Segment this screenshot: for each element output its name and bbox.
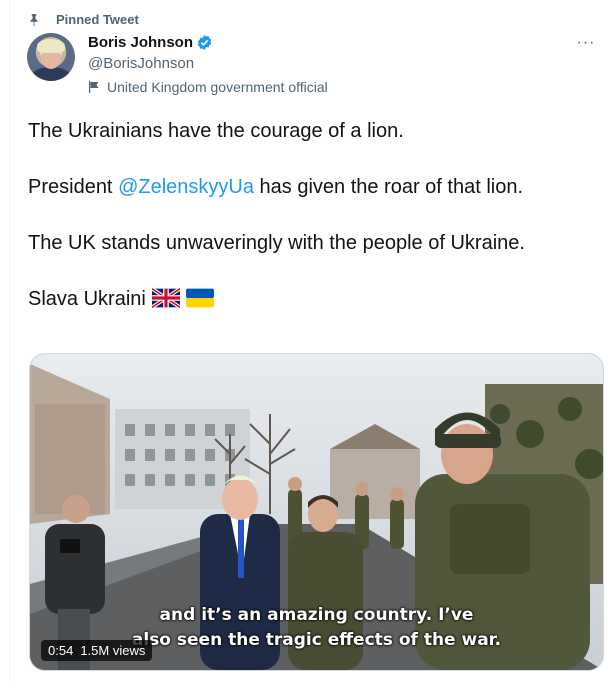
ukraine-flag-icon — [185, 288, 214, 308]
author-handle[interactable]: @BorisJohnson — [88, 55, 194, 72]
affiliation-label: United Kingdom government official — [107, 79, 328, 95]
video-views: 1.5M views — [80, 643, 146, 658]
more-options-icon[interactable]: ··· — [576, 34, 596, 51]
verified-badge-icon — [197, 35, 212, 50]
tweet-card[interactable]: Pinned Tweet Boris Johnson @BorisJohnson… — [9, 0, 608, 686]
tweet-line-4: Slava Ukraini — [28, 285, 598, 313]
video-stats-badge: 0:54 1.5M views — [41, 640, 153, 661]
pinned-indicator: Pinned Tweet — [27, 12, 139, 27]
pin-icon — [30, 13, 38, 26]
mention-link[interactable]: @ZelenskyyUa — [118, 176, 254, 198]
avatar[interactable] — [27, 33, 75, 81]
tweet-line-3: The UK stands unwaveringly with the peop… — [28, 232, 525, 254]
author-name[interactable]: Boris Johnson — [88, 34, 193, 51]
tweet-text: The Ukrainians have the courage of a lio… — [28, 117, 598, 313]
government-label[interactable]: United Kingdom government official — [88, 79, 328, 95]
video-duration: 0:54 — [48, 643, 74, 658]
author-name-row[interactable]: Boris Johnson — [88, 34, 213, 51]
tweet-line-1: The Ukrainians have the courage of a lio… — [28, 120, 404, 142]
tweet-line-2: President @ZelenskyyUa has given the roa… — [28, 176, 524, 198]
video-caption-line-1: and it’s an amazing country. I’ve — [159, 605, 474, 625]
flag-icon — [89, 81, 99, 93]
video-player[interactable]: and it’s an amazing country. I’ve also s… — [29, 353, 604, 671]
pinned-label: Pinned Tweet — [56, 12, 139, 27]
uk-flag-icon — [151, 288, 180, 308]
